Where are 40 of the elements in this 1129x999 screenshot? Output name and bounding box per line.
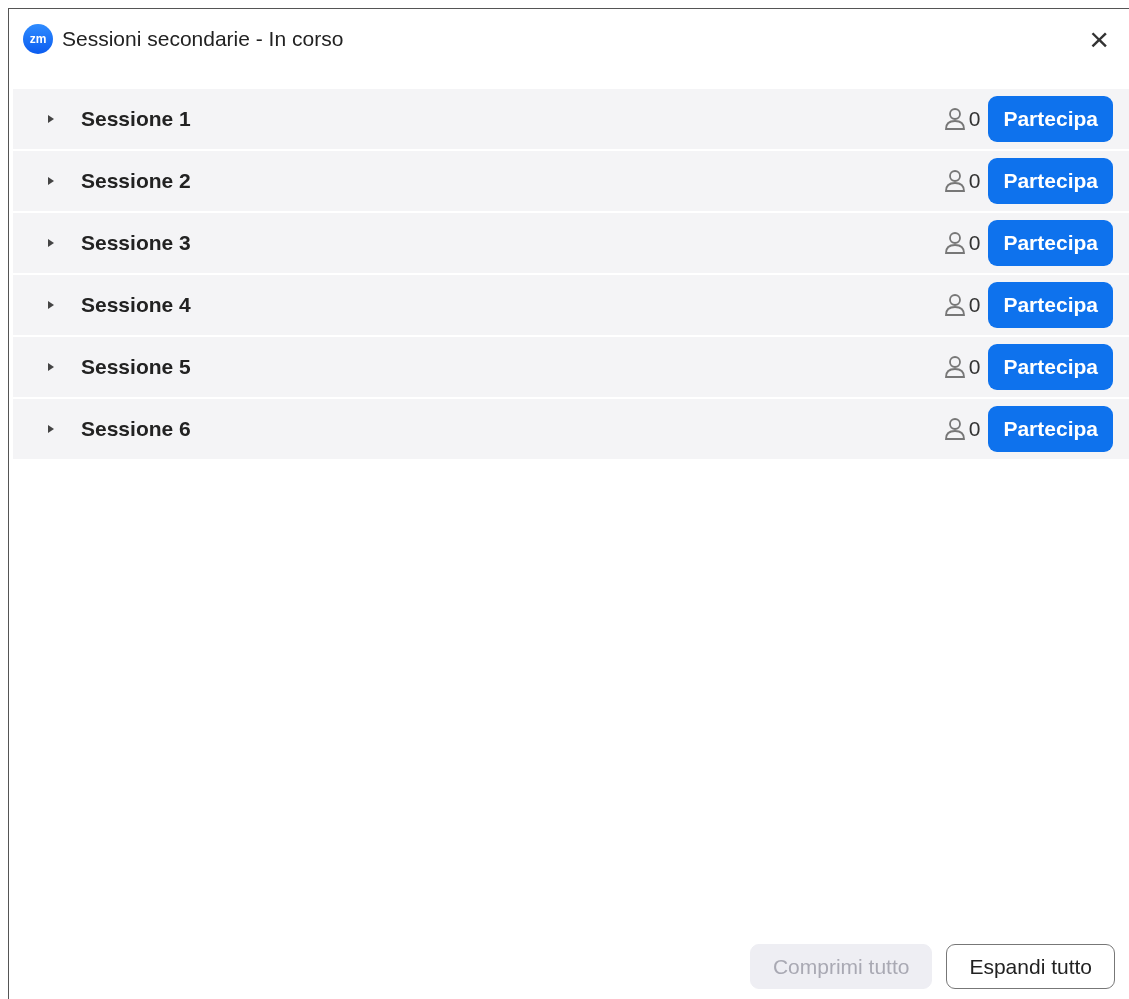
caret-icon[interactable] <box>47 424 55 434</box>
join-button[interactable]: Partecipa <box>988 96 1113 142</box>
window-title: Sessioni secondarie - In corso <box>62 26 344 52</box>
person-icon <box>943 169 966 193</box>
session-name: Sessione 6 <box>81 416 191 443</box>
person-icon <box>943 231 966 255</box>
join-button[interactable]: Partecipa <box>988 220 1113 266</box>
participant-count: 0 <box>968 230 981 257</box>
participant-count: 0 <box>968 292 981 319</box>
caret-icon[interactable] <box>47 114 55 124</box>
session-row[interactable]: Sessione 3 0 Partecipa <box>13 213 1129 275</box>
participant-count: 0 <box>968 106 981 133</box>
person-icon <box>943 355 966 379</box>
join-button[interactable]: Partecipa <box>988 282 1113 328</box>
participant-count: 0 <box>968 168 981 195</box>
session-row[interactable]: Sessione 5 0 Partecipa <box>13 337 1129 399</box>
close-button[interactable]: × <box>1083 24 1115 54</box>
person-icon <box>943 293 966 317</box>
session-name: Sessione 5 <box>81 354 191 381</box>
caret-icon[interactable] <box>47 238 55 248</box>
caret-icon[interactable] <box>47 362 55 372</box>
person-icon <box>943 107 966 131</box>
participant-count: 0 <box>968 416 981 443</box>
join-button[interactable]: Partecipa <box>988 158 1113 204</box>
session-row[interactable]: Sessione 1 0 Partecipa <box>13 89 1129 151</box>
person-icon <box>943 417 966 441</box>
session-name: Sessione 2 <box>81 168 191 195</box>
session-name: Sessione 3 <box>81 230 191 257</box>
join-button[interactable]: Partecipa <box>988 344 1113 390</box>
app-logo: zm <box>23 24 53 54</box>
join-button[interactable]: Partecipa <box>988 406 1113 452</box>
participant-count: 0 <box>968 354 981 381</box>
caret-icon[interactable] <box>47 300 55 310</box>
session-row[interactable]: Sessione 4 0 Partecipa <box>13 275 1129 337</box>
session-name: Sessione 4 <box>81 292 191 319</box>
caret-icon[interactable] <box>47 176 55 186</box>
session-row[interactable]: Sessione 6 0 Partecipa <box>13 399 1129 461</box>
session-row[interactable]: Sessione 2 0 Partecipa <box>13 151 1129 213</box>
expand-all-button[interactable]: Espandi tutto <box>946 943 1115 989</box>
session-name: Sessione 1 <box>81 106 191 133</box>
